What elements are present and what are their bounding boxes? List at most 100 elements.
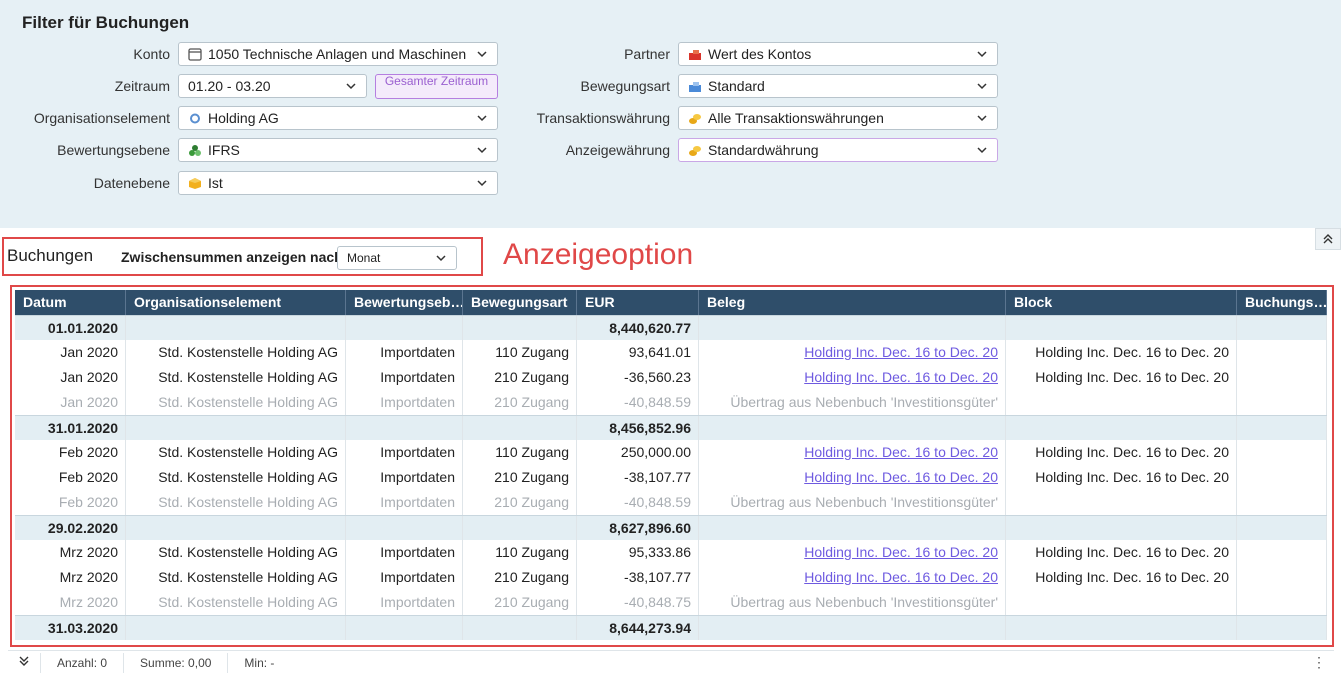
table-row[interactable]: Feb 2020 Std. Kostenstelle Holding AG Impo… bbox=[15, 490, 1327, 515]
partner-value: Wert des Kontos bbox=[708, 46, 812, 62]
cell-bewegungsart bbox=[463, 616, 577, 640]
cell-bewertungsebene: Importdaten bbox=[346, 340, 463, 365]
bewegungsart-label: Bewegungsart bbox=[580, 78, 670, 94]
more-options-icon[interactable]: ⋮ bbox=[1312, 654, 1326, 671]
filter-title: Filter für Buchungen bbox=[22, 13, 190, 32]
cell-datum: Jan 2020 bbox=[15, 390, 126, 415]
column-header-bewegungsart[interactable]: Bewegungsart bbox=[463, 290, 577, 315]
transaktionswaehrung-select[interactable]: Alle Transaktionswährungen bbox=[678, 106, 998, 130]
table-row[interactable]: Mrz 2020 Std. Kostenstelle Holding AG Impo… bbox=[15, 565, 1327, 590]
cell-organisationselement: Std. Kostenstelle Holding AG bbox=[126, 490, 346, 515]
konto-select[interactable]: 1050 Technische Anlagen und Maschinen bbox=[178, 42, 498, 66]
column-header-beleg[interactable]: Beleg bbox=[699, 290, 1006, 315]
anzeigewaehrung-select[interactable]: Standardwährung bbox=[678, 138, 998, 162]
cell-buchungs bbox=[1237, 540, 1327, 565]
organisationselement-select[interactable]: Holding AG bbox=[178, 106, 498, 130]
beleg-link[interactable]: Holding Inc. Dec. 16 to Dec. 20 bbox=[804, 444, 998, 460]
expand-button[interactable] bbox=[8, 652, 41, 673]
cell-beleg bbox=[699, 616, 1006, 640]
beleg-link[interactable]: Holding Inc. Dec. 16 to Dec. 20 bbox=[804, 344, 998, 360]
cell-organisationselement: Std. Kostenstelle Holding AG bbox=[126, 540, 346, 565]
cell-block: Holding Inc. Dec. 16 to Dec. 20 bbox=[1006, 365, 1237, 390]
cell-bewegungsart bbox=[463, 416, 577, 440]
cell-block bbox=[1006, 416, 1237, 440]
column-header-bewertungsebene[interactable]: Bewertungseb… bbox=[346, 290, 463, 315]
column-header-datum[interactable]: Datum bbox=[15, 290, 126, 315]
cell-bewertungsebene bbox=[346, 316, 463, 340]
cell-beleg: Holding Inc. Dec. 16 to Dec. 20 bbox=[699, 465, 1006, 490]
table-header: Datum Organisationselement Bewertungseb… Be… bbox=[15, 290, 1327, 315]
cell-eur: 93,641.01 bbox=[577, 340, 699, 365]
cell-buchungs bbox=[1237, 490, 1327, 515]
table-row[interactable]: Mrz 2020 Std. Kostenstelle Holding AG Impo… bbox=[15, 590, 1327, 615]
chevron-down-icon bbox=[977, 51, 987, 58]
table-row[interactable]: Mrz 2020 Std. Kostenstelle Holding AG Impo… bbox=[15, 540, 1327, 565]
cell-buchungs bbox=[1237, 465, 1327, 490]
beleg-link[interactable]: Holding Inc. Dec. 16 to Dec. 20 bbox=[804, 569, 998, 585]
cell-block bbox=[1006, 616, 1237, 640]
organisationselement-label: Organisationselement bbox=[33, 110, 170, 126]
cell-block bbox=[1006, 490, 1237, 515]
subtotal-row[interactable]: 31.01.2020 8,456,852.96 bbox=[15, 415, 1327, 440]
cell-datum: 29.02.2020 bbox=[15, 516, 126, 540]
bewertungsebene-label: Bewertungsebene bbox=[57, 142, 170, 158]
column-header-organisationselement[interactable]: Organisationselement bbox=[126, 290, 346, 315]
bewertungsebene-select[interactable]: IFRS bbox=[178, 138, 498, 162]
cell-organisationselement: Std. Kostenstelle Holding AG bbox=[126, 465, 346, 490]
datenebene-select[interactable]: Ist bbox=[178, 171, 498, 195]
beleg-link[interactable]: Holding Inc. Dec. 16 to Dec. 20 bbox=[804, 369, 998, 385]
beleg-link[interactable]: Holding Inc. Dec. 16 to Dec. 20 bbox=[804, 469, 998, 485]
cell-datum: Mrz 2020 bbox=[15, 540, 126, 565]
cell-bewertungsebene: Importdaten bbox=[346, 590, 463, 615]
partner-select[interactable]: Wert des Kontos bbox=[678, 42, 998, 66]
cell-datum: Jan 2020 bbox=[15, 340, 126, 365]
cell-block bbox=[1006, 590, 1237, 615]
dice-icon bbox=[188, 144, 202, 157]
table-row[interactable]: Feb 2020 Std. Kostenstelle Holding AG Impo… bbox=[15, 440, 1327, 465]
organisationselement-value: Holding AG bbox=[208, 110, 279, 126]
subtotal-row[interactable]: 29.02.2020 8,627,896.60 bbox=[15, 515, 1327, 540]
cell-block: Holding Inc. Dec. 16 to Dec. 20 bbox=[1006, 540, 1237, 565]
collapse-filter-button[interactable] bbox=[1315, 228, 1341, 250]
bewegungsart-select[interactable]: Standard bbox=[678, 74, 998, 98]
cell-bewegungsart: 110 Zugang bbox=[463, 440, 577, 465]
transaktionswaehrung-label: Transaktionswährung bbox=[536, 110, 670, 126]
cell-datum: Feb 2020 bbox=[15, 490, 126, 515]
subtotal-row[interactable]: 31.03.2020 8,644,273.94 bbox=[15, 615, 1327, 640]
cell-buchungs bbox=[1237, 565, 1327, 590]
cell-organisationselement bbox=[126, 516, 346, 540]
cell-buchungs bbox=[1237, 390, 1327, 415]
datenebene-label: Datenebene bbox=[93, 175, 170, 191]
column-header-block[interactable]: Block bbox=[1006, 290, 1237, 315]
cell-datum: 01.01.2020 bbox=[15, 316, 126, 340]
cell-organisationselement: Std. Kostenstelle Holding AG bbox=[126, 390, 346, 415]
zeitraum-select[interactable]: 01.20 - 03.20 bbox=[178, 74, 367, 98]
chevron-down-icon bbox=[977, 115, 987, 122]
column-header-eur[interactable]: EUR bbox=[577, 290, 699, 315]
cell-beleg bbox=[699, 416, 1006, 440]
column-header-buchungs[interactable]: Buchungs… bbox=[1237, 290, 1327, 315]
highlight-box-display-option bbox=[2, 237, 483, 276]
table-row[interactable]: Jan 2020 Std. Kostenstelle Holding AG Impo… bbox=[15, 340, 1327, 365]
chevron-down-icon bbox=[477, 51, 487, 58]
gesamter-zeitraum-button[interactable]: Gesamter Zeitraum bbox=[375, 74, 498, 99]
anzeigewaehrung-label: Anzeigewährung bbox=[565, 142, 670, 158]
cell-bewertungsebene: Importdaten bbox=[346, 565, 463, 590]
table-row[interactable]: Feb 2020 Std. Kostenstelle Holding AG Impo… bbox=[15, 465, 1327, 490]
subtotal-row[interactable]: 01.01.2020 8,440,620.77 bbox=[15, 315, 1327, 340]
cell-beleg: Holding Inc. Dec. 16 to Dec. 20 bbox=[699, 340, 1006, 365]
cell-eur: 8,627,896.60 bbox=[577, 516, 699, 540]
cell-block: Holding Inc. Dec. 16 to Dec. 20 bbox=[1006, 440, 1237, 465]
table-row[interactable]: Jan 2020 Std. Kostenstelle Holding AG Impo… bbox=[15, 390, 1327, 415]
cell-bewertungsebene: Importdaten bbox=[346, 390, 463, 415]
cell-eur: -40,848.75 bbox=[577, 590, 699, 615]
cell-bewertungsebene: Importdaten bbox=[346, 540, 463, 565]
table-row[interactable]: Jan 2020 Std. Kostenstelle Holding AG Impo… bbox=[15, 365, 1327, 390]
konto-label: Konto bbox=[133, 46, 170, 62]
cell-eur: 8,440,620.77 bbox=[577, 316, 699, 340]
beleg-link[interactable]: Holding Inc. Dec. 16 to Dec. 20 bbox=[804, 544, 998, 560]
cell-bewegungsart: 210 Zugang bbox=[463, 490, 577, 515]
cell-buchungs bbox=[1237, 340, 1327, 365]
cell-datum: Feb 2020 bbox=[15, 465, 126, 490]
transaktionswaehrung-value: Alle Transaktionswährungen bbox=[708, 110, 884, 126]
